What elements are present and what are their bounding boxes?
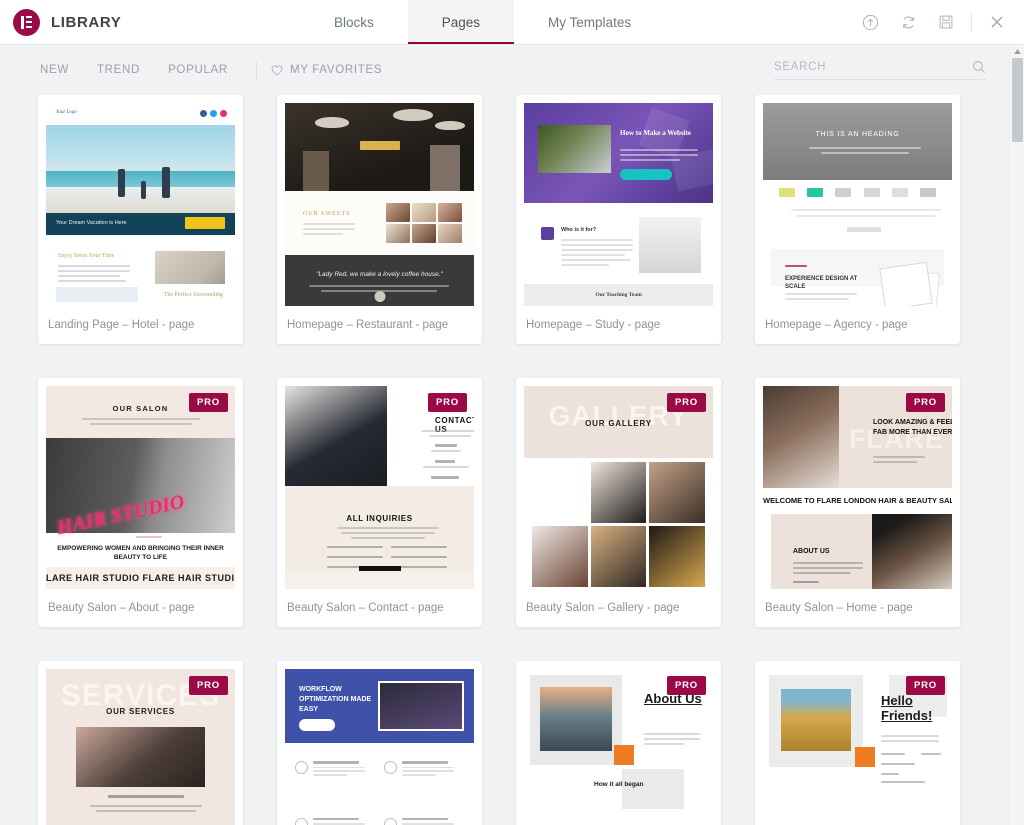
tab-blocks-label: Blocks bbox=[334, 14, 374, 30]
thumb-quote: "Lady Red, we make a lovely coffee house… bbox=[316, 271, 443, 278]
thumb-headline: WORKFLOW OPTIMIZATION MADE EASY bbox=[299, 686, 372, 713]
template-label: Homepage – Agency - page bbox=[765, 319, 908, 331]
template-label: Beauty Salon – Gallery - page bbox=[526, 602, 680, 614]
template-thumbnail: PRO About Us How it all began bbox=[524, 669, 713, 825]
tab-pages[interactable]: Pages bbox=[407, 0, 515, 44]
thumb-logo: Your Logo bbox=[56, 110, 77, 115]
thumb-section-title: Who is it for? bbox=[561, 227, 597, 233]
filter-new[interactable]: NEW bbox=[38, 60, 83, 80]
thumb-bottom-title: Our Teaching Team bbox=[595, 292, 642, 298]
scrollbar-thumb[interactable] bbox=[1012, 58, 1023, 142]
template-thumbnail: PRO FLARE LOOK AMAZING & FEEL FAB MORE T… bbox=[763, 386, 952, 589]
header-divider bbox=[971, 12, 972, 32]
thumb-about-title: ABOUT US bbox=[793, 548, 830, 555]
library-title: LIBRARY bbox=[51, 13, 122, 31]
pro-badge: PRO bbox=[906, 393, 945, 412]
thumb-title: OUR GALLERY bbox=[585, 419, 652, 428]
scroll-up-arrow[interactable] bbox=[1010, 45, 1024, 58]
template-label: Homepage – Restaurant - page bbox=[287, 319, 449, 331]
search-icon[interactable] bbox=[972, 60, 986, 74]
template-card[interactable]: PRO Hello Friends! bbox=[755, 661, 960, 825]
filter-divider bbox=[255, 61, 257, 79]
pro-badge: PRO bbox=[906, 676, 945, 695]
thumb-cta-text: Your Dream Vacation is Here bbox=[56, 220, 127, 226]
template-card[interactable]: PRO GALLERY OUR GALLERY Beauty Salon – G… bbox=[516, 378, 721, 627]
filter-popular[interactable]: POPULAR bbox=[154, 60, 242, 80]
tab-my-templates[interactable]: My Templates bbox=[514, 0, 665, 44]
heart-icon bbox=[271, 64, 283, 76]
thumb-title: OUR SERVICES bbox=[106, 707, 175, 716]
library-toolbar: NEW TREND POPULAR MY FAVORITES bbox=[0, 45, 1024, 95]
template-label: Beauty Salon – About - page bbox=[48, 602, 195, 614]
template-thumbnail: THIS IS AN HEADING EXPERIENCE DESIGN AT … bbox=[763, 103, 952, 306]
tab-blocks[interactable]: Blocks bbox=[300, 0, 408, 44]
thumb-subtitle: ALL INQUIRIES bbox=[346, 514, 413, 523]
template-thumbnail: PRO GALLERY OUR GALLERY bbox=[524, 386, 713, 589]
save-icon[interactable] bbox=[927, 0, 965, 44]
my-favorites-label: MY FAVORITES bbox=[289, 64, 383, 76]
thumb-neon-text: HAIR STUDIO bbox=[55, 490, 187, 540]
templates-grid: Your Logo Your Dream Vacation is Here En… bbox=[38, 95, 1000, 825]
template-card[interactable]: PRO SERVICES OUR SERVICES bbox=[38, 661, 243, 825]
template-thumbnail: Your Logo Your Dream Vacation is Here En… bbox=[46, 103, 235, 306]
search-box[interactable] bbox=[774, 60, 986, 80]
tab-my-templates-label: My Templates bbox=[548, 14, 632, 30]
thumb-section-title: Enjoy Some Your Time bbox=[58, 253, 115, 259]
template-card[interactable]: THIS IS AN HEADING EXPERIENCE DESIGN AT … bbox=[755, 95, 960, 344]
pro-badge: PRO bbox=[667, 393, 706, 412]
template-thumbnail: How to Make a Website Who is it for? Our… bbox=[524, 103, 713, 306]
thumb-section-title: EXPERIENCE DESIGN AT SCALE bbox=[785, 276, 858, 290]
vertical-scrollbar[interactable] bbox=[1009, 45, 1024, 825]
brand: LIBRARY bbox=[0, 0, 300, 44]
pro-badge: PRO bbox=[428, 393, 467, 412]
elementor-logo-icon bbox=[13, 8, 40, 36]
thumb-welcome: WELCOME TO FLARE LONDON HAIR & BEAUTY SA… bbox=[763, 495, 952, 505]
pro-badge: PRO bbox=[189, 676, 228, 695]
thumb-marquee: LARE HAIR STUDIO FLARE HAIR STUDIO FLARE… bbox=[46, 573, 235, 583]
template-label: Beauty Salon – Home - page bbox=[765, 602, 913, 614]
my-favorites-button[interactable]: MY FAVORITES bbox=[271, 64, 382, 76]
thumb-hero-title: How to Make a Website bbox=[620, 129, 692, 137]
template-card[interactable]: Your Logo Your Dream Vacation is Here En… bbox=[38, 95, 243, 344]
template-thumbnail: PRO Hello Friends! bbox=[763, 669, 952, 825]
import-icon[interactable] bbox=[851, 0, 889, 44]
thumb-headline: Hello Friends! bbox=[881, 693, 933, 723]
library-header: LIBRARY Blocks Pages My Templates bbox=[0, 0, 1024, 45]
templates-scroll-area[interactable]: Your Logo Your Dream Vacation is Here En… bbox=[0, 95, 1024, 825]
sync-icon[interactable] bbox=[889, 0, 927, 44]
template-thumbnail: WORKFLOW OPTIMIZATION MADE EASY bbox=[285, 669, 474, 825]
template-thumbnail: PRO CONTACT US ALL INQUIRIES bbox=[285, 386, 474, 589]
template-card[interactable]: PRO FLARE LOOK AMAZING & FEEL FAB MORE T… bbox=[755, 378, 960, 627]
thumb-footer-title: The Perfect Surrounding bbox=[163, 292, 223, 298]
template-card[interactable]: OUR SWEETS "Lady Red, we make a lovely c… bbox=[277, 95, 482, 344]
template-label: Homepage – Study - page bbox=[526, 319, 661, 331]
close-icon[interactable] bbox=[978, 0, 1016, 44]
search-input[interactable] bbox=[774, 61, 972, 73]
pro-badge: PRO bbox=[189, 393, 228, 412]
thumb-headline: LOOK AMAZING & FEEL FAB MORE THAN EVER bbox=[873, 419, 952, 436]
template-thumbnail: PRO SERVICES OUR SERVICES bbox=[46, 669, 235, 825]
thumb-title: OUR SALON bbox=[112, 404, 169, 413]
header-actions bbox=[851, 0, 1024, 44]
library-tabs: Blocks Pages My Templates bbox=[300, 0, 665, 44]
template-card[interactable]: PRO CONTACT US ALL INQUIRIES Beauty Salo… bbox=[277, 378, 482, 627]
template-card[interactable]: How to Make a Website Who is it for? Our… bbox=[516, 95, 721, 344]
thumb-headline: EMPOWERING WOMEN AND BRINGING THEIR INNE… bbox=[57, 545, 224, 561]
filter-group: NEW TREND POPULAR MY FAVORITES bbox=[38, 60, 382, 80]
filter-trend[interactable]: TREND bbox=[83, 60, 154, 80]
template-thumbnail: OUR SWEETS "Lady Red, we make a lovely c… bbox=[285, 103, 474, 306]
template-card[interactable]: PRO About Us How it all began bbox=[516, 661, 721, 825]
thumb-section-title: OUR SWEETS bbox=[303, 211, 351, 217]
template-label: Beauty Salon – Contact - page bbox=[287, 602, 444, 614]
template-card[interactable]: PRO OUR SALON HAIR STUDIO EMPOWERING WOM… bbox=[38, 378, 243, 627]
template-label: Landing Page – Hotel - page bbox=[48, 319, 195, 331]
template-card[interactable]: WORKFLOW OPTIMIZATION MADE EASY bbox=[277, 661, 482, 825]
tab-pages-label: Pages bbox=[441, 14, 481, 30]
pro-badge: PRO bbox=[667, 676, 706, 695]
template-thumbnail: PRO OUR SALON HAIR STUDIO EMPOWERING WOM… bbox=[46, 386, 235, 589]
thumb-subtitle: How it all began bbox=[594, 781, 644, 788]
thumb-hero-title: THIS IS AN HEADING bbox=[815, 131, 900, 138]
